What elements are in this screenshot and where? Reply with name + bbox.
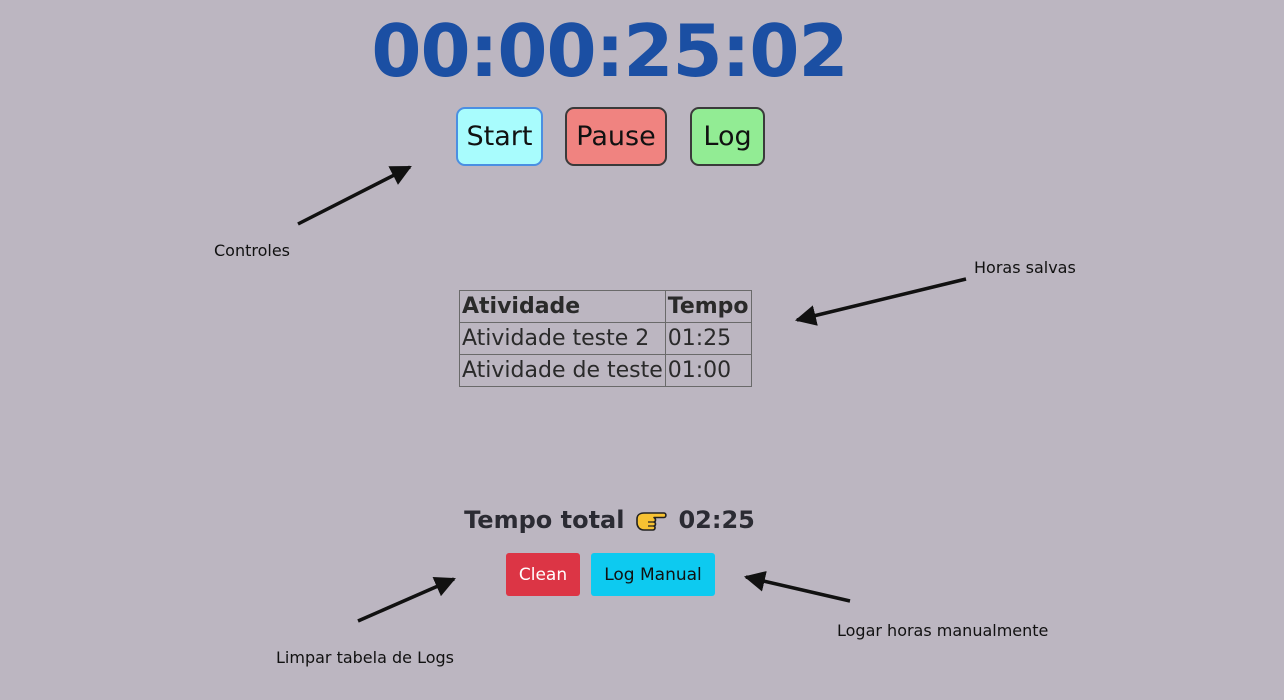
manual-log-arrow xyxy=(743,571,851,603)
controls-annotation: Controles xyxy=(214,241,291,260)
table-header-row: Atividade Tempo xyxy=(459,290,752,323)
controls-arrow xyxy=(297,165,412,226)
clean-button[interactable]: Clean xyxy=(506,553,580,596)
saved-hours-arrow xyxy=(794,277,967,326)
log-button[interactable]: Log xyxy=(690,107,765,166)
time-cell: 01:00 xyxy=(664,354,752,387)
activity-cell: Atividade de teste xyxy=(459,354,666,387)
total-label: Tempo total xyxy=(464,506,625,534)
header-activity: Atividade xyxy=(459,290,666,323)
pointing-hand-icon xyxy=(634,505,668,535)
table-row: Atividade teste 2 01:25 xyxy=(459,322,752,355)
start-button[interactable]: Start xyxy=(456,107,543,166)
saved-hours-annotation: Horas salvas xyxy=(974,258,1076,277)
table-row: Atividade de teste 01:00 xyxy=(459,354,752,387)
manual-log-annotation: Logar horas manualmente xyxy=(837,621,1049,640)
pause-button[interactable]: Pause xyxy=(565,107,667,166)
log-table: Atividade Tempo Atividade teste 2 01:25 … xyxy=(459,290,752,387)
log-manual-button[interactable]: Log Manual xyxy=(591,553,715,596)
header-time: Tempo xyxy=(664,290,752,323)
total-value: 02:25 xyxy=(678,506,755,534)
activity-cell: Atividade teste 2 xyxy=(459,322,666,355)
timer-display: 00:00:25:02 xyxy=(371,9,848,93)
clear-logs-arrow xyxy=(357,576,456,623)
total-time: Tempo total 02:25 xyxy=(0,505,1219,535)
time-cell: 01:25 xyxy=(664,322,752,355)
clear-logs-annotation: Limpar tabela de Logs xyxy=(276,648,454,667)
